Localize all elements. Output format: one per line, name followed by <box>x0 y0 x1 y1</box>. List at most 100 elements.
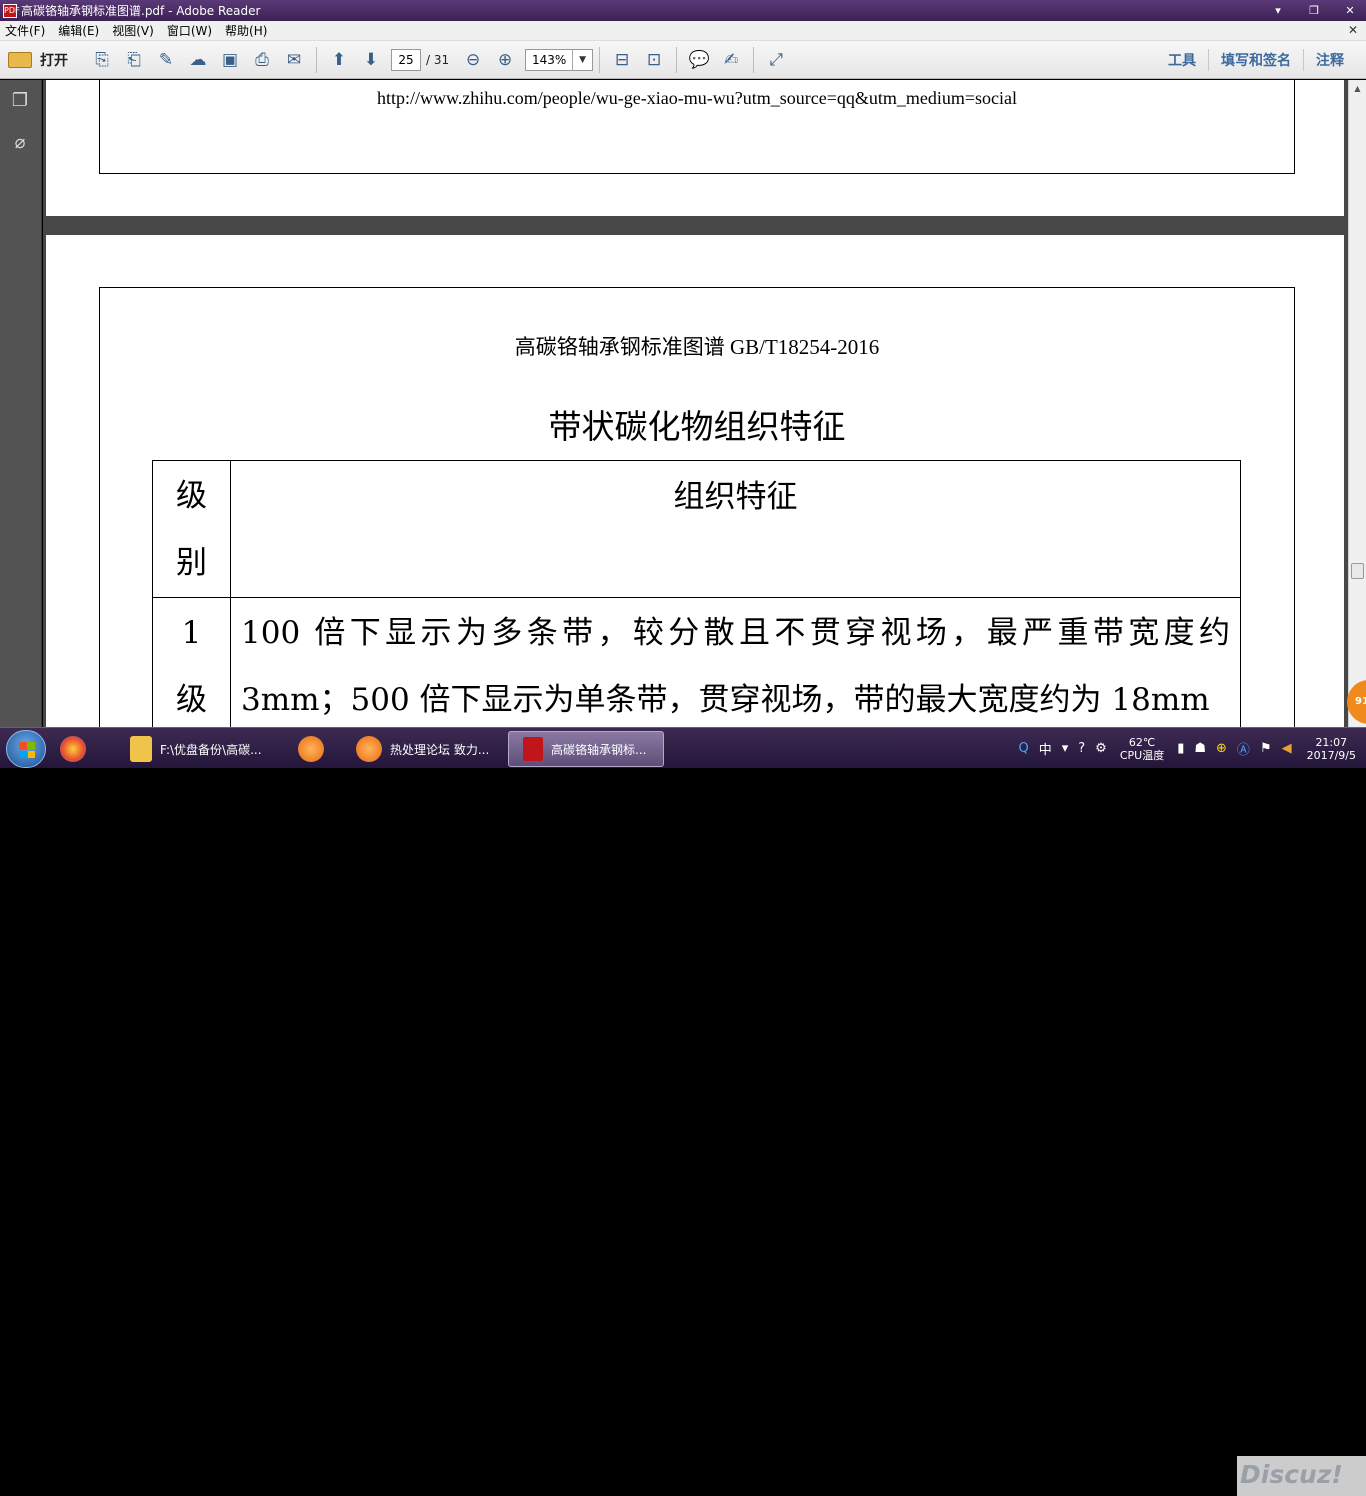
flag-icon[interactable]: ⚑ <box>1260 741 1272 756</box>
folder-icon <box>8 51 32 68</box>
header-grade: 级 别 <box>152 460 231 598</box>
close-document-icon[interactable]: ✕ <box>1348 23 1358 37</box>
save-icon[interactable]: ▣ <box>215 46 245 74</box>
toolbar-separator <box>753 46 755 73</box>
open-button[interactable]: 打开 <box>8 50 68 70</box>
vertical-scrollbar[interactable]: ▲ <box>1348 80 1366 727</box>
ime-indicator[interactable]: 中 <box>1039 739 1052 758</box>
security-icon[interactable]: Ⓐ <box>1237 739 1250 758</box>
taskbar-explorer-label: F:\优盘备份\高碳... <box>160 742 262 757</box>
page-total: / 31 <box>426 52 450 67</box>
fit-page-icon[interactable]: ⊟ <box>607 46 637 74</box>
discuz-watermark: Discuz! <box>1237 1456 1366 1496</box>
menu-edit[interactable]: 编辑(E) <box>58 22 99 39</box>
browser-icon <box>356 736 382 762</box>
previous-page-icon[interactable]: ⬆ <box>324 46 354 74</box>
cpu-temp[interactable]: 62℃ CPU温度 <box>1120 736 1164 762</box>
menu-bar: 文件(F) 编辑(E) 视图(V) 窗口(W) 帮助(H) ✕ <box>0 21 1366 41</box>
clock-date: 2017/9/5 <box>1306 748 1356 762</box>
export-pdf-icon[interactable]: ⎗ <box>119 46 149 74</box>
cpu-temp-label: CPU温度 <box>1119 748 1165 762</box>
minimize-icon[interactable]: ▾ <box>1268 4 1288 17</box>
zoom-out-icon[interactable]: ⊖ <box>458 46 488 74</box>
clock[interactable]: 21:07 2017/9/5 <box>1307 736 1356 762</box>
volume-icon[interactable]: ◀ <box>1282 741 1292 756</box>
page-thumbnails-icon[interactable]: ❐ <box>9 90 31 114</box>
create-pdf-icon[interactable]: ⎘ <box>87 46 117 74</box>
email-icon[interactable]: ✉ <box>279 46 309 74</box>
battery-icon[interactable]: ▮ <box>1177 741 1184 756</box>
toolbar-separator <box>316 46 317 73</box>
page-border: 高碳铬轴承钢标准图谱 GB/T18254-2016 带状碳化物组织特征 级 别 … <box>99 287 1295 727</box>
taskbar-adobe-reader[interactable]: 高碳铬轴承钢标... <box>508 731 664 767</box>
ime-menu-icon[interactable]: ▾ <box>1062 741 1069 756</box>
row-feature-text: 100 倍下显示为多条带，较分散且不贯穿视场，最严重带宽度约 3mm；500 倍… <box>230 597 1241 727</box>
attachment-icon[interactable]: ⌀ <box>9 132 31 156</box>
network-icon[interactable]: ☗ <box>1194 741 1206 756</box>
browser-icon <box>298 736 324 762</box>
menu-help[interactable]: 帮助(H) <box>225 22 267 39</box>
comment-icon[interactable]: 💬 <box>684 46 714 74</box>
fit-width-icon[interactable]: ⊡ <box>639 46 669 74</box>
scroll-thumb[interactable] <box>1351 563 1364 579</box>
taskbar-browser[interactable] <box>294 731 344 767</box>
pdf-page-24: http://www.zhihu.com/people/wu-ge-xiao-m… <box>46 80 1344 216</box>
print-icon[interactable]: ⎙ <box>247 46 277 74</box>
search-icon[interactable]: Q <box>1018 741 1028 756</box>
toolbar: 打开 ⎘ ⎗ ✎ ☁ ▣ ⎙ ✉ ⬆ ⬇ 25 / 31 ⊖ ⊕ 143% ▼ … <box>0 41 1366 79</box>
title-bar: PDF 高碳铬轴承钢标准图谱.pdf - Adobe Reader ▾ ❐ ✕ <box>0 0 1366 21</box>
app-icon <box>60 736 86 762</box>
navigation-pane: ❐ ⌀ <box>0 80 42 727</box>
upload-icon[interactable]: ☁ <box>183 46 213 74</box>
close-icon[interactable]: ✕ <box>1340 4 1360 17</box>
comment-link[interactable]: 注释 <box>1304 50 1356 70</box>
fill-sign-link[interactable]: 填写和签名 <box>1209 50 1303 70</box>
start-button[interactable] <box>6 730 46 768</box>
zoom-select[interactable]: 143% ▼ <box>525 48 594 71</box>
chevron-down-icon[interactable]: ▼ <box>572 49 592 70</box>
zoom-in-icon[interactable]: ⊕ <box>490 46 520 74</box>
taskbar: F:\优盘备份\高碳... 热处理论坛 致力... 高碳铬轴承钢标... Q 中… <box>0 727 1366 1496</box>
adobe-reader-icon: PDF <box>3 3 20 18</box>
tools-link[interactable]: 工具 <box>1156 50 1208 70</box>
table-header-row: 级 别 组织特征 <box>152 460 1241 598</box>
taskbar-pinned-app[interactable] <box>60 731 110 767</box>
taskbar-forum[interactable]: 热处理论坛 致力... <box>352 731 502 767</box>
toolbar-separator <box>599 46 601 73</box>
document-subtitle: 高碳铬轴承钢标准图谱 GB/T18254-2016 <box>514 335 880 359</box>
document-view[interactable]: http://www.zhihu.com/people/wu-ge-xiao-m… <box>43 80 1348 727</box>
open-label: 打开 <box>40 52 68 69</box>
cpu-temp-value: 62℃ <box>1128 735 1156 749</box>
folder-icon <box>130 736 152 762</box>
zoom-value: 143% <box>531 52 567 67</box>
edit-pdf-icon[interactable]: ✎ <box>151 46 181 74</box>
windows-logo-icon <box>19 742 35 758</box>
table-row: 1 级 100 倍下显示为多条带，较分散且不贯穿视场，最严重带宽度约 3mm；5… <box>152 597 1241 727</box>
taskbar-adobe-label: 高碳铬轴承钢标... <box>551 742 647 757</box>
fullscreen-icon[interactable]: ⤢ <box>761 46 791 74</box>
scroll-up-icon[interactable]: ▲ <box>1349 80 1366 97</box>
system-tray: Q 中 ▾ ? ⚙ 62℃ CPU温度 ▮ ☗ ⊕ Ⓐ ⚑ ◀ 21:07 20… <box>1013 728 1366 769</box>
taskbar-explorer[interactable]: F:\优盘备份\高碳... <box>126 731 286 767</box>
window-title: 高碳铬轴承钢标准图谱.pdf - Adobe Reader <box>21 4 261 18</box>
menu-view[interactable]: 视图(V) <box>112 22 154 39</box>
menu-file[interactable]: 文件(F) <box>5 22 45 39</box>
help-icon[interactable]: ? <box>1078 741 1085 756</box>
ime-settings-icon[interactable]: ⚙ <box>1095 741 1107 756</box>
page-number-input[interactable]: 25 <box>391 48 421 71</box>
toolbar-separator <box>676 46 678 73</box>
pdf-icon <box>523 737 543 761</box>
restore-icon[interactable]: ❐ <box>1304 4 1324 17</box>
pdf-page-25: 高碳铬轴承钢标准图谱 GB/T18254-2016 带状碳化物组织特征 级 别 … <box>46 235 1344 727</box>
row-grade: 1 级 <box>152 597 231 727</box>
document-title: 带状碳化物组织特征 <box>548 407 846 446</box>
clock-time: 21:07 <box>1315 735 1348 749</box>
next-page-icon[interactable]: ⬇ <box>356 46 386 74</box>
add-icon[interactable]: ⊕ <box>1216 741 1227 756</box>
page-border: http://www.zhihu.com/people/wu-ge-xiao-m… <box>99 80 1295 174</box>
feature-table: 级 别 组织特征 1 级 100 倍下显示为多条带，较分散且不贯穿视场，最严重带… <box>152 460 1241 727</box>
header-feature: 组织特征 <box>230 460 1241 598</box>
highlight-icon[interactable]: ✍ <box>716 46 746 74</box>
source-url: http://www.zhihu.com/people/wu-ge-xiao-m… <box>376 88 1017 108</box>
menu-window[interactable]: 窗口(W) <box>167 22 212 39</box>
